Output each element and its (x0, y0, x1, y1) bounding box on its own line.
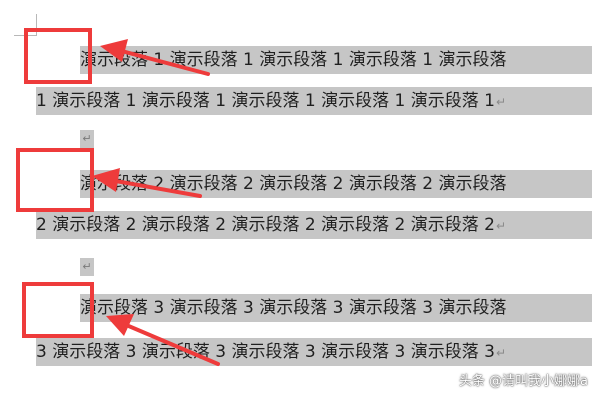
annotation-arrow-icon (92, 39, 220, 366)
document-page[interactable]: 演示段落 1 演示段落 1 演示段落 1 演示段落 1 演示段落 1 演示段落 … (0, 0, 600, 400)
watermark: 头条 @请叫我小娜娜a (458, 374, 588, 389)
